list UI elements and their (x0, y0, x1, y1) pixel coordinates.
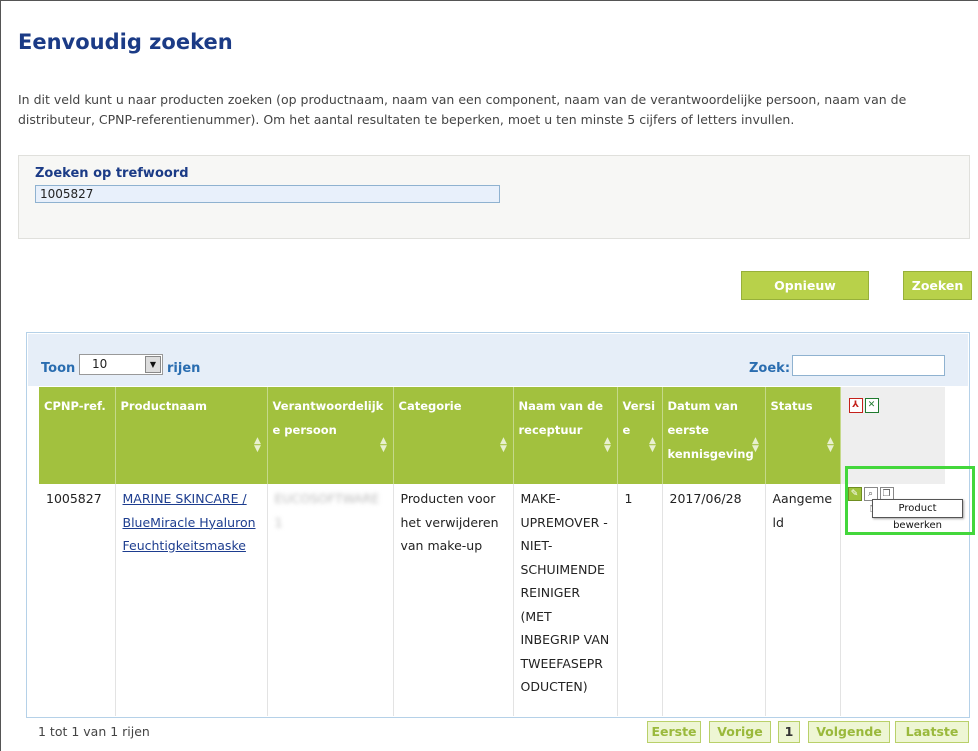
sort-icon: ▲ ▼ (500, 436, 507, 454)
pagination-next[interactable]: Volgende (808, 721, 890, 743)
cell-category: Producten voor het verwijderen van make-… (393, 484, 514, 716)
page-length-value: 10 (92, 357, 108, 371)
person-redacted: EUCOSOFTWARE 1 (274, 491, 380, 530)
sort-icon: ▲ ▼ (827, 436, 834, 454)
intro-text: In dit veld kunt u naar producten zoeken… (18, 92, 907, 127)
edit-tooltip: Product bewerken (872, 499, 963, 531)
results-panel: Toon 10 ▼ rijen Zoek: CPNP-ref. Productn… (26, 332, 970, 718)
pagination-last[interactable]: Laatste (895, 721, 969, 743)
sort-icon: ▲ ▼ (254, 436, 261, 454)
cell-product: MARINE SKINCARE / BlueMiracle Hyaluron F… (115, 484, 268, 716)
cell-ref: 1005827 (39, 484, 116, 716)
sort-icon: ▲ ▼ (380, 436, 387, 454)
show-label: Toon (41, 361, 76, 376)
table-header-row: CPNP-ref. Productnaam ▲ ▼ Verantwoordelijk… (39, 387, 945, 484)
cell-status: Aangemeld (765, 484, 841, 716)
sort-icon: ▲ ▼ (752, 436, 759, 454)
col-header-categorie[interactable]: Categorie ▲ ▼ (393, 387, 514, 484)
results-table: CPNP-ref. Productnaam ▲ ▼ Verantwoordelijk… (39, 387, 945, 716)
rows-label: rijen (167, 361, 201, 376)
col-header-receptuur[interactable]: Naam van de receptuur ▲ ▼ (513, 387, 618, 484)
pagination-page[interactable]: 1 (778, 721, 800, 743)
sort-icon: ▲ ▼ (604, 436, 611, 454)
page-length-select[interactable]: 10 ▼ (79, 354, 163, 375)
cell-formulation: MAKE-UPREMOVER - NIET-SCHUIMENDE REINIGE… (513, 484, 618, 716)
reset-button[interactable]: Opnieuw invoeren (741, 271, 869, 320)
col-header-versie[interactable]: Versie ▲ ▼ (617, 387, 663, 484)
export-buttons: ⅄ ✕ (848, 391, 881, 415)
table-toolbar: Toon 10 ▼ rijen Zoek: (28, 334, 968, 386)
col-header-verantwoordelijke-persoon[interactable]: Verantwoordelijke persoon ▲ ▼ (267, 387, 394, 484)
chevron-down-icon[interactable]: ▼ (145, 356, 161, 373)
filter-label: Zoek: (749, 361, 791, 376)
col-header-cpnp-ref[interactable]: CPNP-ref. (39, 387, 116, 484)
search-panel: Zoeken op trefwoord (18, 155, 970, 239)
col-header-productnaam[interactable]: Productnaam ▲ ▼ (115, 387, 268, 484)
search-label: Zoeken op trefwoord (35, 166, 189, 181)
filter-input[interactable] (792, 355, 945, 376)
pagination-prev[interactable]: Vorige (709, 721, 771, 743)
cell-person: EUCOSOFTWARE 1 (267, 484, 394, 716)
search-input[interactable] (35, 185, 500, 203)
col-header-status[interactable]: Status ▲ ▼ (765, 387, 841, 484)
page-title: Eenvoudig zoeken (18, 30, 233, 54)
results-count: 1 tot 1 van 1 rijen (38, 724, 150, 739)
sort-icon: ▲ ▼ (649, 436, 656, 454)
col-header-datum[interactable]: Datum van eerste kennisgeving ▲ ▼ (662, 387, 766, 484)
excel-icon[interactable]: ✕ (864, 398, 879, 413)
pagination-first[interactable]: Eerste (647, 721, 701, 743)
table-row: 1005827 MARINE SKINCARE / BlueMiracle Hy… (39, 484, 945, 716)
pdf-icon[interactable]: ⅄ (848, 398, 863, 413)
cell-version: 1 (617, 484, 663, 716)
search-button[interactable]: Zoeken (903, 271, 972, 300)
product-link[interactable]: MARINE SKINCARE / BlueMiracle Hyaluron F… (123, 491, 256, 553)
cell-date: 2017/06/28 (662, 484, 766, 716)
